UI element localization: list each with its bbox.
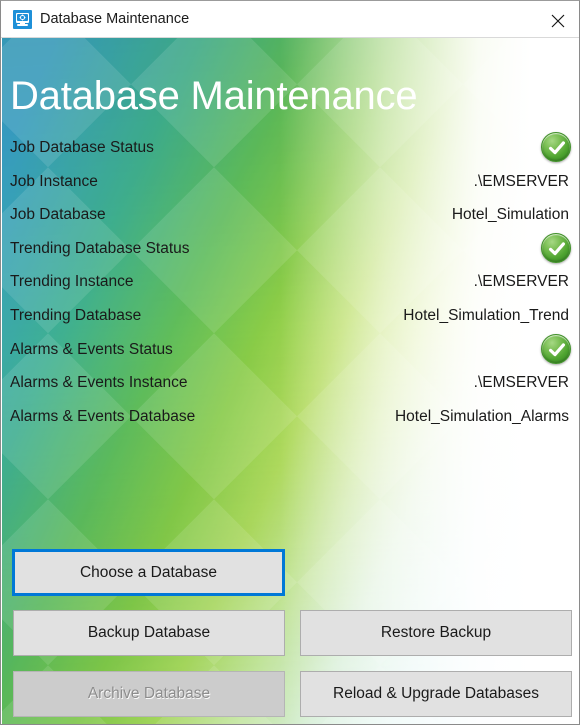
status-badge xyxy=(541,132,571,162)
status-row: Job Database Hotel_Simulation xyxy=(2,198,579,232)
database-server-gear-icon xyxy=(13,10,32,29)
status-row-label: Trending Database Status xyxy=(10,239,190,257)
window-close-button[interactable] xyxy=(535,1,579,37)
reload-and-upgrade-databases-button[interactable]: Reload & Upgrade Databases xyxy=(300,671,572,717)
status-row-value: .\EMSERVER xyxy=(473,273,569,291)
status-row-label: Job Instance xyxy=(10,172,98,190)
status-row-label: Alarms & Events Status xyxy=(10,340,173,358)
database-maintenance-window: Database Maintenance Database Maintenanc… xyxy=(0,0,580,725)
status-row-label: Job Database Status xyxy=(10,139,154,156)
window-titlebar: Database Maintenance xyxy=(1,1,579,38)
status-badge xyxy=(541,232,571,263)
status-row-value: Hotel_Simulation_Alarms xyxy=(394,407,569,425)
window-title: Database Maintenance xyxy=(40,11,190,27)
status-row-value: .\EMSERVER xyxy=(473,374,569,392)
gear-hole-shape xyxy=(21,16,24,19)
monitor-base-shape xyxy=(17,24,28,27)
status-list: Job Database Status Job Instance .\EMSERVE… xyxy=(2,131,579,434)
page-title: Database Maintenance xyxy=(10,74,418,118)
status-badge xyxy=(541,333,571,364)
archive-database-button: Archive Database xyxy=(13,671,285,717)
status-row: Alarms & Events Status xyxy=(2,333,579,367)
status-row: Job Instance .\EMSERVER xyxy=(2,165,579,199)
status-row-label: Alarms & Events Instance xyxy=(10,374,188,392)
content-panel: Database Maintenance Job Database Status… xyxy=(2,38,579,724)
status-row-label: Job Database xyxy=(10,206,106,224)
status-row-value: Hotel_Simulation xyxy=(451,206,569,224)
status-row-label: Trending Instance xyxy=(10,273,134,291)
status-row: Trending Database Status xyxy=(2,232,579,266)
backup-database-button[interactable]: Backup Database xyxy=(13,610,285,656)
status-row-value: .\EMSERVER xyxy=(473,172,569,190)
status-row-label: Trending Database xyxy=(10,306,142,324)
status-row: Job Database Status xyxy=(2,131,579,165)
green-check-icon xyxy=(541,333,571,364)
green-check-icon xyxy=(541,132,571,162)
choose-a-database-label: Choose a Database xyxy=(79,563,217,581)
restore-backup-label: Restore Backup xyxy=(380,624,492,642)
status-row: Trending Database Hotel_Simulation_Trend xyxy=(2,299,579,333)
status-row-label: Alarms & Events Database xyxy=(10,407,196,425)
restore-backup-button[interactable]: Restore Backup xyxy=(300,610,572,656)
status-row: Alarms & Events Database Hotel_Simulation… xyxy=(2,400,579,434)
green-check-icon xyxy=(541,232,571,263)
status-row: Alarms & Events Instance .\EMSERVER xyxy=(2,366,579,400)
reload-and-upgrade-databases-label: Reload & Upgrade Databases xyxy=(333,685,539,703)
backup-database-label: Backup Database xyxy=(87,624,211,642)
choose-a-database-button[interactable]: Choose a Database xyxy=(12,549,285,596)
archive-database-label: Archive Database xyxy=(87,685,211,703)
status-row: Trending Instance .\EMSERVER xyxy=(2,265,579,299)
status-row-value: Hotel_Simulation_Trend xyxy=(403,306,569,324)
